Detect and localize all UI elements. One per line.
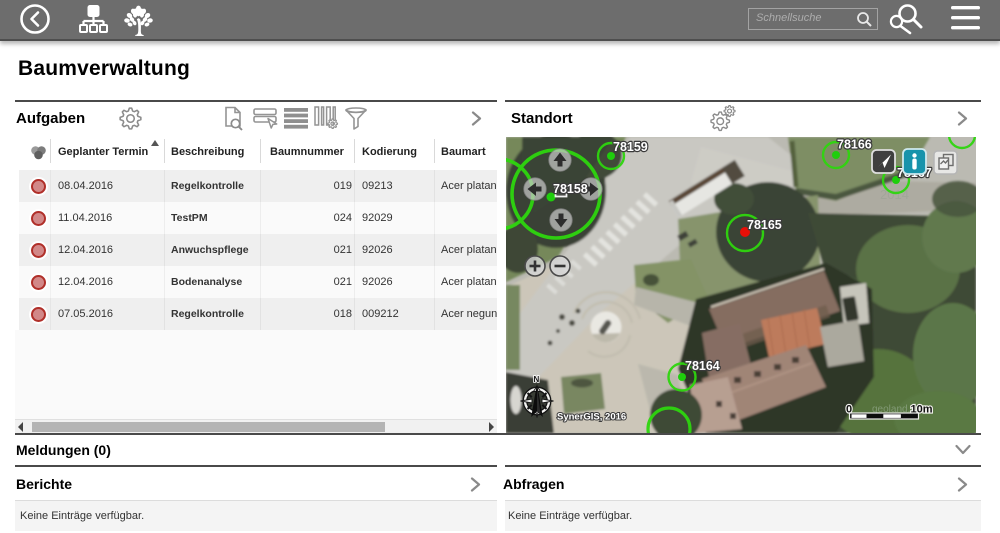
svg-text:N: N bbox=[534, 375, 540, 384]
svg-text:78164: 78164 bbox=[685, 359, 720, 373]
svg-text:78165: 78165 bbox=[747, 218, 782, 232]
svg-text:78158: 78158 bbox=[553, 182, 588, 196]
svg-text:78159: 78159 bbox=[613, 140, 648, 154]
svg-text:78166: 78166 bbox=[837, 138, 872, 152]
svg-text:SynerGIS, 2016: SynerGIS, 2016 bbox=[557, 412, 626, 423]
